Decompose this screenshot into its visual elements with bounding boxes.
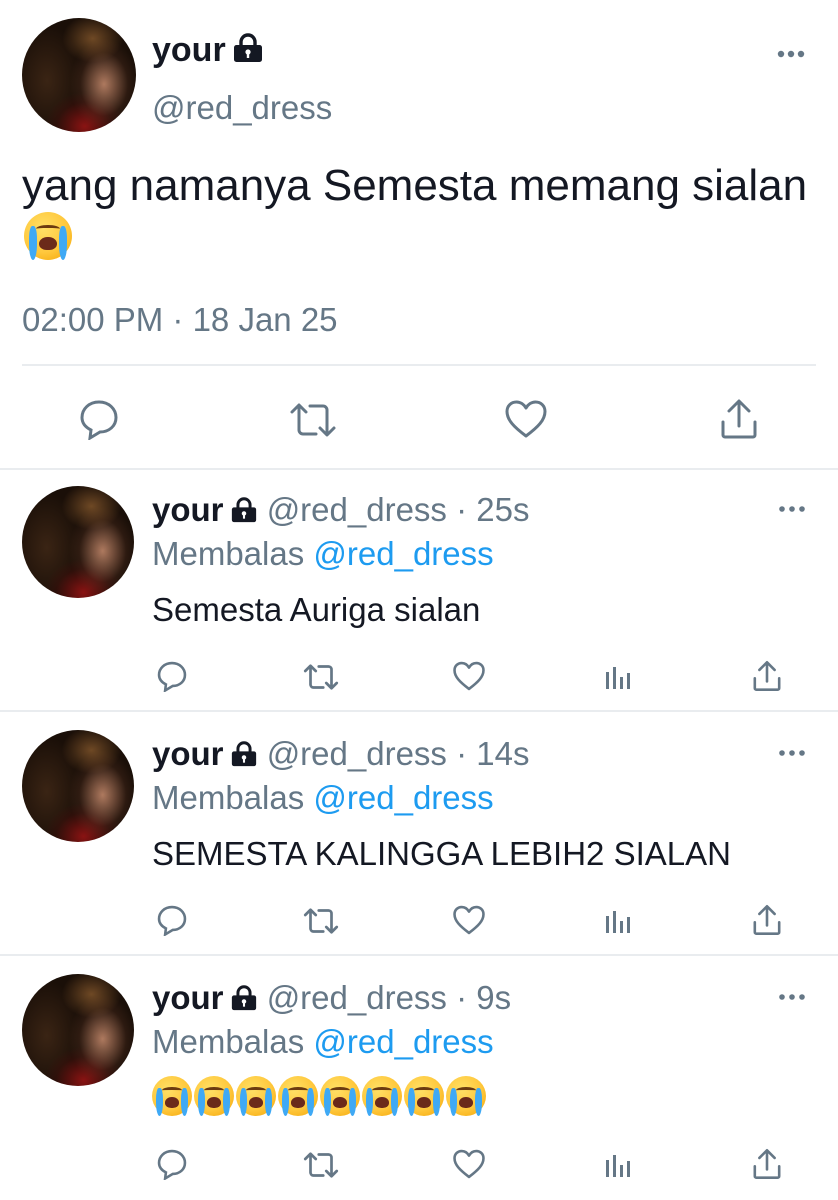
more-options-icon[interactable] (778, 504, 806, 514)
reply-icon[interactable] (78, 398, 120, 440)
handle: @red_dress (266, 491, 447, 528)
replying-to: Membalas @red_dress (152, 1022, 494, 1062)
reply-time: · 25s (456, 491, 530, 528)
share-icon[interactable] (752, 1148, 782, 1180)
more-options-icon[interactable] (778, 992, 806, 1002)
divider (22, 364, 816, 366)
display-name: your (152, 735, 224, 772)
replying-to-link[interactable]: @red_dress (313, 535, 493, 572)
avatar[interactable] (22, 18, 136, 132)
avatar[interactable] (22, 486, 134, 598)
like-icon[interactable] (452, 904, 486, 936)
share-icon[interactable] (752, 904, 782, 936)
replying-to-link[interactable]: @red_dress (313, 779, 493, 816)
loudly-crying-face-icon (278, 1076, 318, 1116)
tweet-text-body: yang namanya Semesta memang sialan (22, 161, 808, 210)
handle: @red_dress (266, 735, 447, 772)
analytics-icon[interactable] (604, 664, 632, 690)
replying-to-prefix: Membalas (152, 779, 305, 816)
like-icon[interactable] (504, 398, 548, 440)
loudly-crying-face-icon (362, 1076, 402, 1116)
reply-time: · 14s (456, 735, 530, 772)
divider (0, 954, 838, 956)
reply-header[interactable]: your @red_dress · 14s (152, 734, 529, 774)
reply-time: · 9s (456, 979, 512, 1016)
lock-icon (230, 736, 258, 767)
reply-header[interactable]: your @red_dress · 9s (152, 978, 511, 1018)
tweet-timestamp[interactable]: 02:00 PM · 18 Jan 25 (22, 300, 338, 340)
loudly-crying-face-icon (24, 212, 72, 260)
avatar[interactable] (22, 730, 134, 842)
tweet-text: yang namanya Semesta memang sialan (22, 160, 812, 266)
loudly-crying-face-icon (152, 1076, 192, 1116)
retweet-icon[interactable] (302, 906, 340, 936)
reply-icon[interactable] (156, 904, 188, 936)
reply-icon[interactable] (156, 1148, 188, 1180)
replying-to: Membalas @red_dress (152, 534, 494, 574)
like-icon[interactable] (452, 660, 486, 692)
loudly-crying-face-icon (236, 1076, 276, 1116)
display-name: your (152, 31, 226, 69)
retweet-icon[interactable] (302, 1150, 340, 1180)
reply-text: SEMESTA KALINGGA LEBIH2 SIALAN (152, 835, 731, 872)
divider (0, 710, 838, 712)
reply-icon[interactable] (156, 660, 188, 692)
main-author[interactable]: your (152, 30, 264, 70)
retweet-icon[interactable] (302, 662, 340, 692)
display-name: your (152, 979, 224, 1016)
analytics-icon[interactable] (604, 1152, 632, 1178)
share-icon[interactable] (720, 398, 758, 440)
reply-text: Semesta Auriga sialan (152, 591, 481, 628)
replying-to-prefix: Membalas (152, 1023, 305, 1060)
loudly-crying-face-icon (194, 1076, 234, 1116)
divider (0, 468, 838, 470)
analytics-icon[interactable] (604, 908, 632, 934)
replying-to-prefix: Membalas (152, 535, 305, 572)
loudly-crying-face-icon (446, 1076, 486, 1116)
lock-icon (232, 32, 264, 62)
avatar[interactable] (22, 974, 134, 1086)
main-handle[interactable]: @red_dress (152, 88, 332, 128)
lock-icon (230, 492, 258, 523)
loudly-crying-face-icon (320, 1076, 360, 1116)
display-name: your (152, 491, 224, 528)
reply-emoji-row (152, 1076, 488, 1120)
more-options-icon[interactable] (776, 48, 806, 60)
replying-to-link[interactable]: @red_dress (313, 1023, 493, 1060)
reply-header[interactable]: your @red_dress · 25s (152, 490, 529, 530)
replying-to: Membalas @red_dress (152, 778, 494, 818)
loudly-crying-face-icon (404, 1076, 444, 1116)
like-icon[interactable] (452, 1148, 486, 1180)
more-options-icon[interactable] (778, 748, 806, 758)
retweet-icon[interactable] (288, 400, 338, 440)
share-icon[interactable] (752, 660, 782, 692)
lock-icon (230, 980, 258, 1011)
handle: @red_dress (266, 979, 447, 1016)
